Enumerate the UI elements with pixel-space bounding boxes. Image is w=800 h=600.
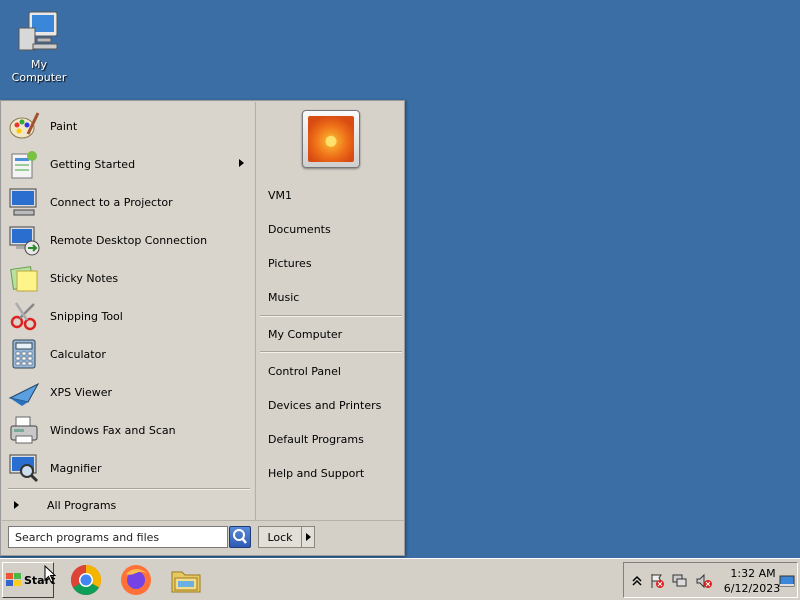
windows-logo-icon [6,573,22,587]
clock-time[interactable]: 1:32 AM [728,567,778,580]
program-remote-desktop[interactable]: Remote Desktop Connection [8,222,248,258]
user-picture[interactable] [302,110,360,168]
program-label: Sticky Notes [50,271,119,285]
system-tray: 1:32 AM 6/12/2023 [623,562,798,598]
arrow-right-icon [14,501,19,509]
right-item-label: Documents [268,222,331,236]
right-item-label: Control Panel [268,364,341,378]
program-connect-projector[interactable]: Connect to a Projector [8,184,248,220]
search-input[interactable]: Search programs and files [8,526,228,548]
show-hidden-icons-icon[interactable] [629,573,645,589]
clock-date[interactable]: 6/12/2023 [722,582,782,595]
all-programs-button[interactable]: All Programs [8,494,248,516]
program-label: Snipping Tool [50,309,123,323]
show-desktop-icon[interactable] [779,573,795,589]
search-button[interactable] [229,526,251,548]
program-fax-scan[interactable]: Windows Fax and Scan [8,412,248,448]
program-xps-viewer[interactable]: XPS Viewer [8,374,248,410]
right-item-label: Music [268,290,300,304]
start-menu-bottom-bar: Search programs and files Lock [2,520,404,555]
remote-desktop-icon [8,224,40,256]
lock-button[interactable]: Lock [258,526,302,548]
getting-started-icon [8,148,40,180]
firefox-icon [121,565,151,595]
right-item-music[interactable]: Music [268,286,299,308]
program-label: Magnifier [50,461,102,475]
sticky-notes-icon [8,262,40,294]
program-label: Windows Fax and Scan [50,423,176,437]
program-calculator[interactable]: Calculator [8,336,248,372]
computer-icon [15,8,63,56]
right-item-help-support[interactable]: Help and Support [268,462,364,484]
program-magnifier[interactable]: Magnifier [8,450,248,486]
mouse-cursor-icon [44,565,56,583]
right-item-default-programs[interactable]: Default Programs [268,428,364,450]
program-paint[interactable]: Paint [8,108,248,144]
fax-icon [8,414,40,446]
program-label: Remote Desktop Connection [50,233,208,247]
program-label: Paint [50,119,78,133]
search-icon [233,529,247,544]
program-snipping-tool[interactable]: Snipping Tool [8,298,248,334]
xps-viewer-icon [8,376,40,408]
start-menu: Paint Getting Started Connect to a Proje… [0,100,405,556]
right-item-label: My Computer [268,327,343,341]
calculator-icon [8,338,40,370]
right-item-documents[interactable]: Documents [268,218,331,240]
action-center-flag-icon[interactable] [649,573,665,589]
right-item-label: VM1 [268,188,293,202]
flower-icon [308,116,354,162]
right-item-control-panel[interactable]: Control Panel [268,360,341,382]
program-label: Calculator [50,347,106,361]
lock-label: Lock [267,530,293,544]
magnifier-icon [8,452,40,484]
right-item-pictures[interactable]: Pictures [268,252,312,274]
all-programs-label: All Programs [47,498,117,512]
program-label: Getting Started [50,157,136,171]
chrome-icon [70,565,102,596]
separator [260,315,402,317]
right-item-label: Help and Support [268,466,365,480]
taskbar-firefox[interactable] [120,564,152,596]
program-sticky-notes[interactable]: Sticky Notes [8,260,248,296]
taskbar-explorer[interactable] [170,564,202,596]
right-item-label: Pictures [268,256,312,270]
search-placeholder: Search programs and files [15,531,160,544]
desktop-icon-label: My Computer [11,58,67,84]
separator [8,488,250,490]
program-label: Connect to a Projector [50,195,173,209]
folder-icon [171,571,201,593]
shutdown-options-button[interactable] [301,526,315,548]
separator [260,351,402,353]
network-icon[interactable] [672,573,688,589]
right-item-user[interactable]: VM1 [268,184,292,206]
volume-muted-icon[interactable] [696,573,712,589]
paint-icon [8,110,40,142]
submenu-arrow-icon [239,159,244,167]
desktop-icon-my-computer[interactable]: My Computer [4,8,74,84]
projector-icon [8,186,40,218]
programs-pane: Paint Getting Started Connect to a Proje… [2,102,254,520]
right-item-label: Default Programs [268,432,364,446]
taskbar-chrome[interactable] [70,564,102,596]
right-pane: VM1 Documents Pictures Music My Computer… [255,102,404,520]
scissors-icon [8,300,40,332]
right-item-label: Devices and Printers [268,398,382,412]
taskbar: Start 1:32 AM 6/12/2023 [0,558,800,600]
program-getting-started[interactable]: Getting Started [8,146,248,182]
program-label: XPS Viewer [50,385,113,399]
right-item-devices-printers[interactable]: Devices and Printers [268,394,381,416]
right-item-my-computer[interactable]: My Computer [268,323,342,345]
